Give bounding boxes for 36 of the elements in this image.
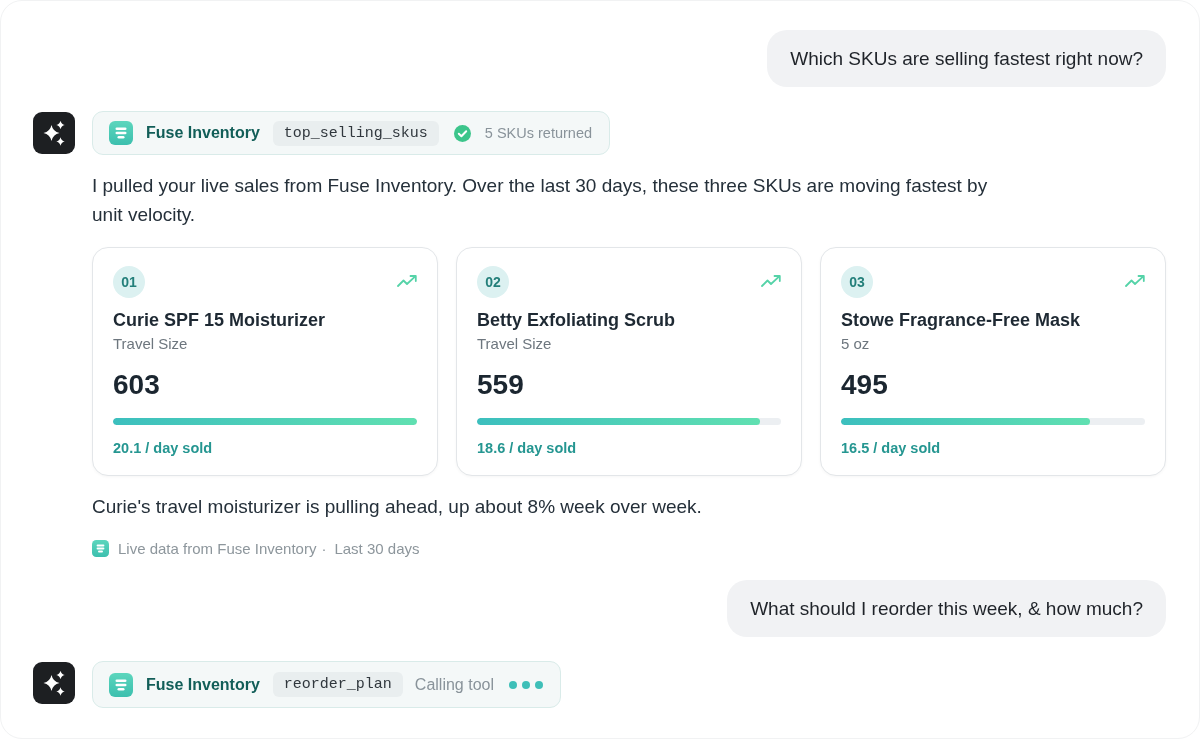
sales-rate: 16.5 / day sold: [841, 440, 941, 457]
user-message: What should I reorder this week, & how much?: [727, 580, 1166, 637]
product-variant: Travel Size: [477, 335, 552, 353]
sales-rate: 18.6 / day sold: [477, 440, 577, 457]
trend-up-icon: [397, 275, 417, 287]
assistant-message: Curie's travel moisturizer is pulling ahead, up about 8% week over week.: [92, 495, 702, 519]
rank-badge: 02: [477, 266, 509, 298]
status-text: Calling tool: [414, 675, 494, 694]
units-sold: 495: [841, 368, 888, 402]
tool-name-tag: reorder_plan: [272, 672, 403, 697]
source-name: Fuse Inventory: [146, 675, 260, 694]
list-icon: [109, 121, 133, 145]
source-name: Fuse Inventory: [146, 124, 260, 142]
period-note: Last 30 days: [334, 540, 420, 557]
sales-rate: 20.1 / day sold: [113, 440, 213, 457]
tool-name-tag: top_selling_skus: [272, 120, 439, 146]
units-sold: 603: [113, 368, 160, 402]
product-name: Curie SPF 15 Moisturizer: [113, 309, 326, 331]
product-variant: Travel Size: [113, 335, 188, 353]
trend-up-icon: [1125, 275, 1145, 287]
product-name: Stowe Fragrance-Free Mask: [841, 309, 1081, 331]
source-note: Live data from Fuse Inventory: [118, 540, 317, 557]
list-icon: [92, 540, 109, 557]
rank-badge: 03: [841, 266, 873, 298]
assistant-message: I pulled your live sales from Fuse Inventory. Over the last 30 days, these three SKUs are moving fastest by unit velocity.: [92, 174, 989, 227]
sparkle-icon: [33, 662, 75, 704]
list-icon: [109, 672, 133, 697]
rank-badge: 01: [113, 266, 145, 298]
product-name: Betty Exfoliating Scrub: [477, 309, 676, 331]
separator: ·: [321, 540, 327, 557]
units-sold: 559: [477, 368, 524, 402]
status-text: 5 SKUs returned: [484, 125, 593, 141]
product-variant: 5 oz: [841, 335, 870, 353]
trend-up-icon: [761, 275, 781, 287]
user-message: Which SKUs are selling fastest right now?: [767, 30, 1166, 87]
sparkle-icon: [33, 112, 75, 154]
